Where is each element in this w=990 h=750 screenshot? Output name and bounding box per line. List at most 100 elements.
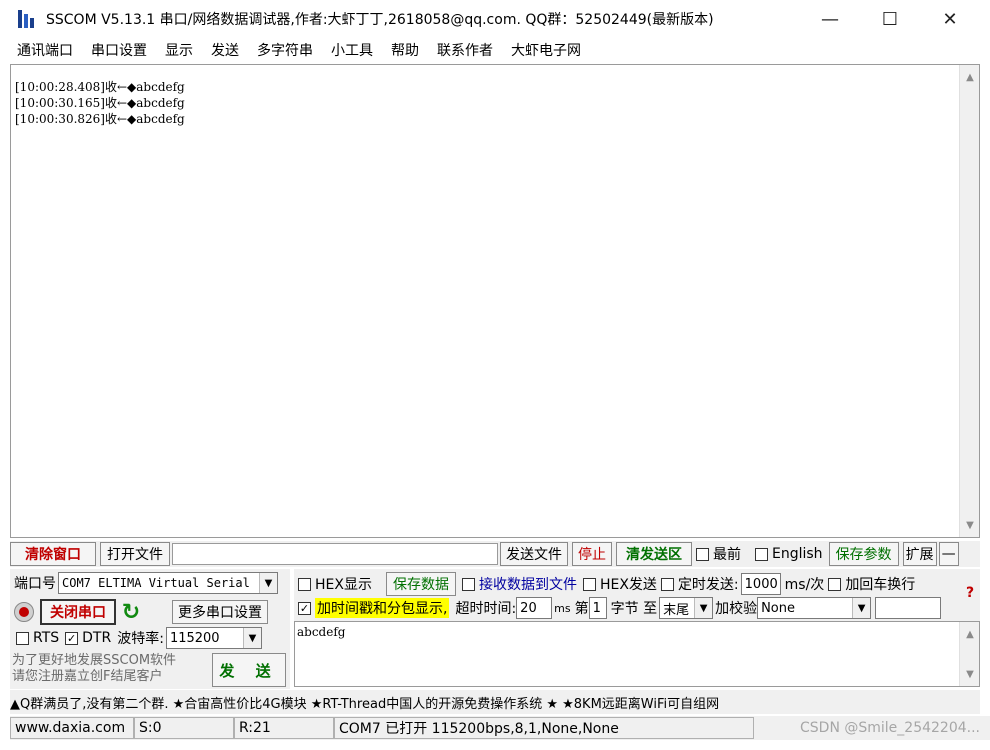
interval-input[interactable]: 1000 (740, 573, 781, 595)
ad-marquee[interactable]: ▲Q群满员了,没有第二个群. ★合宙高性价比4G模块 ★RT-Thread中国人… (10, 690, 980, 714)
menu-item-send[interactable]: 发送 (202, 38, 248, 64)
timeout-label: 超时时间: (455, 601, 517, 617)
timeout-unit: ms (554, 601, 571, 615)
byte-suffix: 字节 至 (610, 601, 658, 617)
received-count: R:21 (234, 717, 334, 739)
rts-label: RTS (33, 630, 60, 646)
hex-display-checkbox[interactable] (298, 577, 311, 591)
close-button[interactable]: ✕ (920, 0, 980, 38)
send-file-button[interactable]: 发送文件 (500, 542, 568, 566)
baud-select[interactable]: 115200 ▼ (165, 627, 262, 649)
latest-label: 最前 (713, 547, 741, 563)
timeout-input[interactable]: 20 (516, 597, 553, 619)
timed-send-checkbox[interactable] (660, 577, 674, 591)
scroll-up-arrow-icon[interactable]: ▲ (960, 624, 980, 644)
marquee-text: ▲Q群满员了,没有第二个群. ★合宙高性价比4G模块 ★RT-Thread中国人… (10, 696, 720, 712)
save-params-button[interactable]: 保存参数 (828, 542, 899, 566)
hex-display-label: HEX显示 (315, 577, 372, 593)
menu-item-help[interactable]: 帮助 (382, 38, 428, 64)
maximize-button[interactable]: ☐ (860, 0, 920, 38)
help-icon[interactable]: ? (966, 585, 974, 601)
sent-count: S:0 (134, 717, 234, 739)
port-select[interactable]: COM7 ELTIMA Virtual Serial ▼ (58, 572, 278, 594)
watermark: CSDN @Smile_2542204... (800, 720, 980, 736)
menu-item-tools[interactable]: 小工具 (322, 38, 382, 64)
open-file-button[interactable]: 打开文件 (100, 542, 170, 566)
website-link[interactable]: www.daxia.com (10, 717, 134, 739)
hex-send-checkbox[interactable] (582, 577, 596, 591)
dropdown-arrow-icon: ▼ (242, 628, 261, 648)
menu-item-display[interactable]: 显示 (156, 38, 202, 64)
checksum-select[interactable]: None ▼ (757, 597, 872, 619)
scroll-down-arrow-icon[interactable]: ▼ (960, 664, 980, 684)
receive-line: [10:00:30.165]收←◆abcdefg (15, 96, 185, 110)
action-toolbar: 清除窗口 打开文件 发送文件 停止 清发送区 最前 English 保存参数 扩… (10, 541, 980, 567)
refresh-icon[interactable]: ↻ (120, 600, 142, 625)
send-button[interactable]: 发 送 (212, 653, 286, 687)
dropdown-arrow-icon: ▼ (259, 573, 277, 593)
end-select[interactable]: 末尾 ▼ (659, 597, 714, 619)
menu-item-port[interactable]: 通讯端口 (8, 38, 82, 64)
interval-unit: ms/次 (784, 577, 825, 593)
send-options-panel: HEX显示 保存数据 接收数据到文件 HEX发送 定时发送: 1000 ms/次… (294, 569, 980, 621)
latest-checkbox[interactable] (696, 547, 709, 561)
menu-item-serial-settings[interactable]: 串口设置 (82, 38, 156, 64)
receive-line: [10:00:28.408]收←◆abcdefg (15, 80, 185, 94)
port-status: COM7 已打开 115200bps,8,1,None,None (334, 717, 754, 739)
english-checkbox[interactable] (755, 547, 768, 561)
timestamp-checkbox[interactable]: ✓ (298, 601, 311, 615)
dropdown-arrow-icon: ▼ (852, 598, 871, 618)
menu-item-multi-string[interactable]: 多字符串 (248, 38, 322, 64)
receive-area[interactable]: [10:00:28.408]收←◆abcdefg [10:00:30.165]收… (10, 64, 980, 538)
rts-checkbox[interactable] (16, 631, 29, 645)
dtr-checkbox[interactable]: ✓ (65, 631, 79, 645)
timestamp-label: 加时间戳和分包显示, (315, 598, 450, 618)
checksum-label: 加校验 (715, 601, 758, 617)
promo-line-1: 为了更好地发展SSCOM软件 (12, 653, 177, 668)
port-value: COM7 ELTIMA Virtual Serial (62, 576, 250, 590)
baud-value: 115200 (169, 630, 220, 646)
clear-window-button[interactable]: 清除窗口 (10, 542, 96, 566)
recv-to-file-checkbox[interactable] (461, 577, 475, 591)
file-path-input[interactable] (172, 543, 498, 565)
menu-item-daxia-web[interactable]: 大虾电子网 (502, 38, 590, 64)
port-status-icon (14, 602, 34, 622)
end-value: 末尾 (663, 602, 690, 618)
baud-label: 波特率: (117, 631, 164, 647)
stop-button[interactable]: 停止 (572, 542, 612, 566)
timed-send-label: 定时发送: (677, 577, 739, 593)
expand-button[interactable]: 扩展 (902, 542, 937, 566)
english-label: English (772, 546, 823, 562)
port-settings-panel: 端口号 COM7 ELTIMA Virtual Serial ▼ 关闭串口 ↻ … (10, 569, 290, 689)
minimize-button[interactable]: — (800, 0, 860, 38)
crlf-checkbox[interactable] (828, 577, 842, 591)
app-logo-icon (16, 8, 38, 30)
checksum-value: None (761, 600, 795, 616)
byte-prefix: 第 (574, 601, 589, 617)
dtr-label: DTR (82, 630, 112, 646)
scroll-down-arrow-icon[interactable]: ▼ (960, 515, 980, 535)
crlf-label: 加回车换行 (845, 577, 916, 593)
recv-to-file-label: 接收数据到文件 (478, 577, 577, 593)
port-label: 端口号 (14, 576, 56, 592)
promo-line-2: 请您注册嘉立创F结尾客户 (12, 669, 163, 684)
close-port-button[interactable]: 关闭串口 (40, 599, 116, 625)
window-title: SSCOM V5.13.1 串口/网络数据调试器,作者:大虾丁丁,2618058… (46, 12, 714, 28)
save-data-button[interactable]: 保存数据 (385, 572, 456, 596)
send-scrollbar[interactable]: ▲ ▼ (959, 622, 979, 686)
collapse-button[interactable]: — (938, 542, 959, 566)
checksum-result-field[interactable] (875, 597, 942, 619)
clear-send-button[interactable]: 清发送区 (616, 542, 692, 566)
send-text: abcdefg (297, 625, 346, 639)
dropdown-arrow-icon: ▼ (694, 598, 713, 618)
menu-bar: 通讯端口 串口设置 显示 发送 多字符串 小工具 帮助 联系作者 大虾电子网 (8, 38, 980, 64)
receive-log: [10:00:28.408]收←◆abcdefg [10:00:30.165]收… (15, 79, 185, 127)
menu-item-contact[interactable]: 联系作者 (428, 38, 502, 64)
receive-scrollbar[interactable]: ▲ ▼ (959, 65, 979, 537)
scroll-up-arrow-icon[interactable]: ▲ (960, 67, 980, 87)
more-port-settings-button[interactable]: 更多串口设置 (172, 600, 268, 624)
send-input-area[interactable]: abcdefg ▲ ▼ (294, 621, 980, 687)
receive-line: [10:00:30.826]收←◆abcdefg (15, 112, 185, 126)
byte-index-input[interactable]: 1 (588, 597, 607, 619)
hex-send-label: HEX发送 (599, 577, 657, 593)
